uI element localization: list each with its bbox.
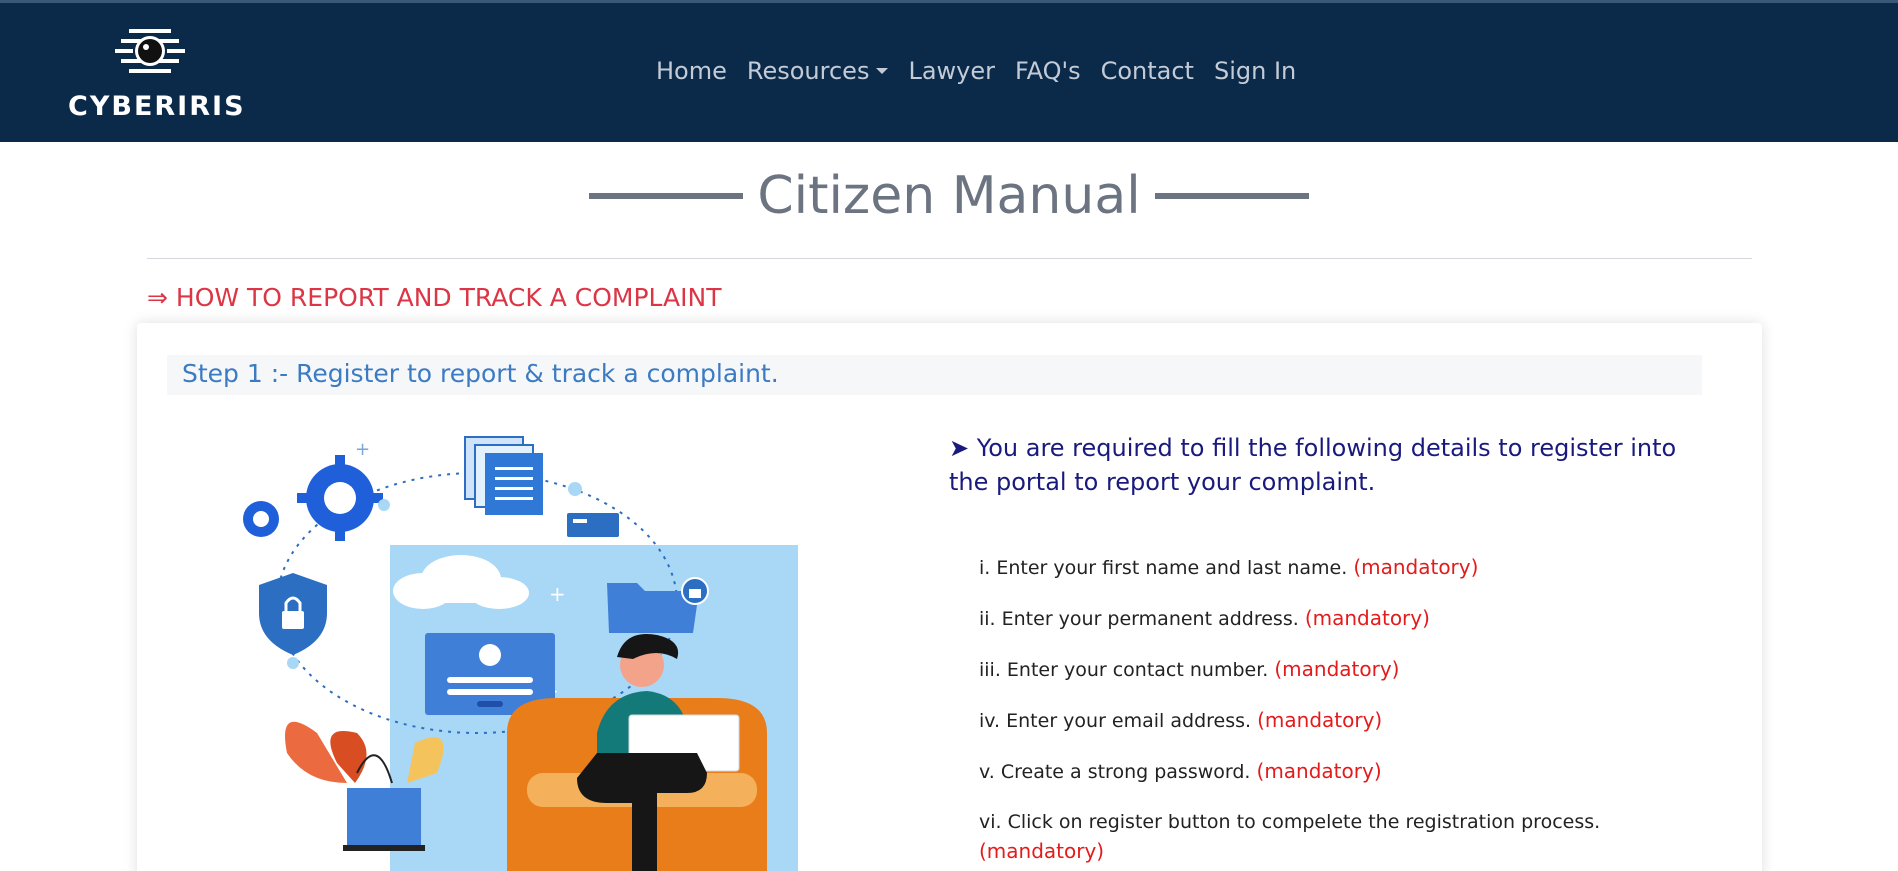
nav-home[interactable]: Home: [656, 57, 727, 85]
mandatory-tag: (mandatory): [1304, 606, 1430, 630]
nav-contact[interactable]: Contact: [1101, 57, 1194, 85]
page-title: Citizen Manual: [757, 166, 1141, 226]
title-divider-left: [589, 193, 744, 199]
mandatory-tag: (mandatory): [1256, 759, 1382, 783]
nav-resources-label: Resources: [746, 57, 870, 85]
step-text: i. Enter your first name and last name.: [979, 557, 1348, 579]
registration-steps: i. Enter your first name and last name. …: [979, 553, 1669, 871]
main-nav: Home Resources Lawyer FAQ's Contact Sign…: [656, 57, 1316, 85]
title-divider-right: [1154, 193, 1309, 199]
nav-resources[interactable]: Resources: [747, 57, 889, 85]
navbar: CYBERIRIS Home Resources Lawyer FAQ's Co…: [0, 0, 1898, 142]
mandatory-tag: (mandatory): [979, 839, 1105, 863]
step-text: iii. Enter your contact number.: [979, 659, 1269, 681]
logo-eye-icon: [115, 29, 185, 73]
step-text: v. Create a strong password.: [979, 761, 1251, 783]
list-item: ii. Enter your permanent address. (manda…: [979, 604, 1669, 634]
nav-sign-in[interactable]: Sign In: [1214, 57, 1296, 85]
list-item: iii. Enter your contact number. (mandato…: [979, 655, 1669, 685]
svg-text:+: +: [355, 439, 370, 460]
step-text: ii. Enter your permanent address.: [979, 608, 1299, 630]
intro-text: ➤ You are required to fill the following…: [949, 434, 1677, 496]
step-header: Step 1 :- Register to report & track a c…: [167, 355, 1702, 395]
step-card: Step 1 :- Register to report & track a c…: [137, 323, 1762, 871]
list-item: vi. Click on register button to compelet…: [979, 808, 1669, 867]
brand-logo[interactable]: CYBERIRIS: [60, 25, 246, 125]
list-item: i. Enter your first name and last name. …: [979, 553, 1669, 583]
step-text: vi. Click on register button to compelet…: [979, 811, 1601, 833]
mandatory-tag: (mandatory): [1353, 555, 1479, 579]
list-item: iv. Enter your email address. (mandatory…: [979, 706, 1669, 736]
nav-lawyer[interactable]: Lawyer: [908, 57, 995, 85]
brand-name: CYBERIRIS: [68, 91, 246, 122]
list-item: v. Create a strong password. (mandatory): [979, 757, 1669, 787]
page-title-block: Citizen Manual: [0, 160, 1898, 232]
dropdown-caret-icon: [876, 68, 889, 74]
mandatory-tag: (mandatory): [1257, 708, 1383, 732]
svg-text:+: +: [549, 582, 566, 606]
mandatory-tag: (mandatory): [1274, 657, 1400, 681]
nav-faqs[interactable]: FAQ's: [1015, 57, 1081, 85]
step-text: iv. Enter your email address.: [979, 710, 1252, 732]
step-title: Step 1 :- Register to report & track a c…: [182, 359, 779, 388]
section-heading: ⇒ HOW TO REPORT AND TRACK A COMPLAINT: [147, 283, 722, 312]
horizontal-divider: [147, 258, 1752, 259]
registration-illustration: + + +: [243, 436, 798, 871]
